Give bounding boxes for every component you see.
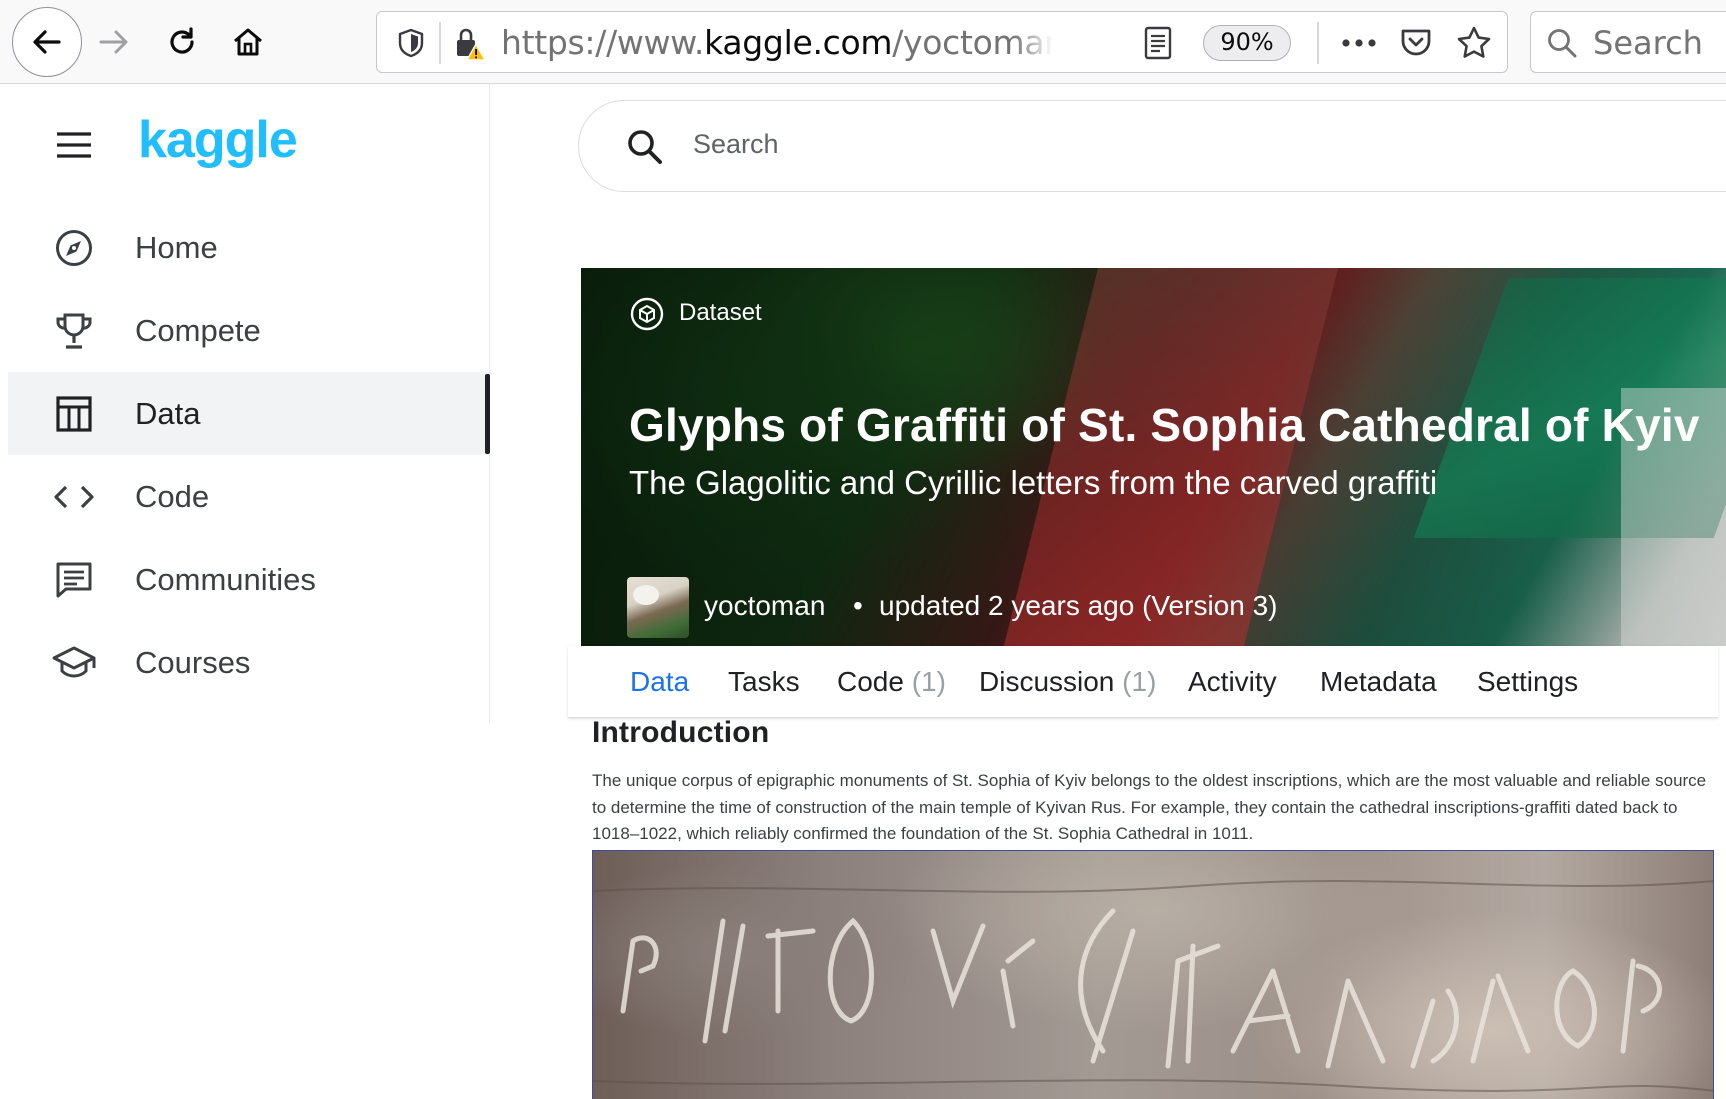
reload-icon xyxy=(170,27,194,54)
search-icon xyxy=(625,127,665,167)
dataset-subtitle: The Glagolitic and Cyrillic letters from… xyxy=(629,464,1438,501)
lock-warning-icon[interactable] xyxy=(449,24,489,64)
sidebar-item-communities[interactable]: Communities xyxy=(8,538,490,621)
tab-label: Tasks xyxy=(728,666,800,697)
updated-info: updated 2 years ago (Version 3) xyxy=(879,590,1278,621)
url-separator xyxy=(439,22,441,64)
dataset-title: Glyphs of Graffiti of St. Sophia Cathedr… xyxy=(629,399,1700,451)
table-icon xyxy=(52,392,96,436)
page-actions-icon[interactable] xyxy=(1337,26,1381,60)
tab-settings[interactable]: Settings xyxy=(1477,666,1578,698)
tab-data[interactable]: Data xyxy=(630,666,689,698)
tab-tasks[interactable]: Tasks xyxy=(728,666,800,698)
site-search-placeholder: Search xyxy=(693,129,779,159)
tab-label: Code xyxy=(837,666,904,697)
trophy-icon xyxy=(52,309,96,353)
kaggle-logo[interactable]: kaggle xyxy=(138,110,298,170)
bookmark-star-icon[interactable] xyxy=(1455,24,1493,62)
tab-label: Settings xyxy=(1477,666,1579,697)
sidebar-item-code[interactable]: Code xyxy=(8,455,490,538)
forward-button[interactable] xyxy=(90,18,138,66)
intro-heading: Introduction xyxy=(592,716,770,749)
url-domain: kaggle.com xyxy=(704,23,893,62)
reader-view-icon[interactable] xyxy=(1141,26,1175,60)
sidebar-item-label: Data xyxy=(135,395,201,431)
search-icon xyxy=(1545,26,1579,60)
tab-label: Activity xyxy=(1188,666,1277,697)
author-avatar[interactable] xyxy=(627,577,689,638)
url-text[interactable]: https://www.kaggle.com/yoctoman/graffiti xyxy=(501,22,1053,64)
banner-content: Dataset Glyphs of Graffiti of St. Sophia… xyxy=(581,268,1726,646)
browser-toolbar: https://www.kaggle.com/yoctoman/graffiti… xyxy=(0,0,1726,84)
tab-metadata[interactable]: Metadata xyxy=(1320,666,1437,698)
back-button[interactable] xyxy=(12,7,82,77)
sidebar-item-label: Compete xyxy=(135,312,261,348)
tab-label: Data xyxy=(630,666,690,697)
author-link[interactable]: yoctoman xyxy=(704,590,825,622)
code-icon xyxy=(52,475,96,519)
url-bar[interactable]: https://www.kaggle.com/yoctoman/graffiti… xyxy=(376,11,1508,73)
sidebar-item-label: Communities xyxy=(135,561,316,597)
zoom-level-badge[interactable]: 90% xyxy=(1203,25,1291,61)
url-prefix: https://www. xyxy=(501,23,705,62)
compass-icon xyxy=(52,226,96,270)
intro-paragraph: The unique corpus of epigraphic monument… xyxy=(592,771,1707,843)
graffiti-carving-strokes xyxy=(593,880,1713,1092)
home-button[interactable] xyxy=(224,18,272,66)
graffiti-photo xyxy=(592,850,1714,1099)
sidebar-item-label: Courses xyxy=(135,644,251,680)
dataset-tabs: Data Tasks Code (1) Discussion (1) Activ… xyxy=(568,646,1718,718)
dataset-icon xyxy=(629,296,665,332)
sidebar-item-compete[interactable]: Compete xyxy=(8,289,490,372)
tab-count: (1) xyxy=(1122,666,1157,697)
home-icon xyxy=(234,28,262,56)
tab-label: Metadata xyxy=(1320,666,1437,697)
graduation-cap-icon xyxy=(52,641,96,685)
sidebar-item-courses[interactable]: Courses xyxy=(8,621,490,704)
menu-hamburger-icon[interactable] xyxy=(54,128,94,162)
arrow-left-icon xyxy=(33,30,61,54)
tab-label: Discussion xyxy=(979,666,1115,697)
sidebar-item-data[interactable]: Data xyxy=(8,372,490,455)
sidebar-item-label: Code xyxy=(135,478,210,514)
sidebar-item-label: Home xyxy=(135,229,218,265)
sidebar: kaggle Home Compete Data Code Communitie… xyxy=(8,84,490,724)
tab-activity[interactable]: Activity xyxy=(1188,666,1277,698)
sidebar-item-home[interactable]: Home xyxy=(8,206,490,289)
reload-button[interactable] xyxy=(158,18,206,66)
url-fade xyxy=(1013,22,1053,64)
site-search-input[interactable]: Search xyxy=(578,100,1726,192)
dataset-type-label: Dataset xyxy=(679,299,762,326)
tab-code[interactable]: Code (1) xyxy=(837,666,946,698)
pocket-icon[interactable] xyxy=(1397,25,1435,61)
browser-search-placeholder: Search xyxy=(1593,24,1703,62)
browser-search-bar[interactable]: Search xyxy=(1530,11,1726,73)
url-separator xyxy=(1317,22,1319,64)
comments-icon xyxy=(52,558,96,602)
meta-separator: • xyxy=(853,590,863,621)
arrow-right-icon xyxy=(99,30,128,54)
tab-discussion[interactable]: Discussion (1) xyxy=(979,666,1156,698)
tab-count: (1) xyxy=(911,666,946,697)
dataset-header-banner: Dataset Glyphs of Graffiti of St. Sophia… xyxy=(581,268,1726,646)
tracking-shield-icon[interactable] xyxy=(393,25,429,61)
